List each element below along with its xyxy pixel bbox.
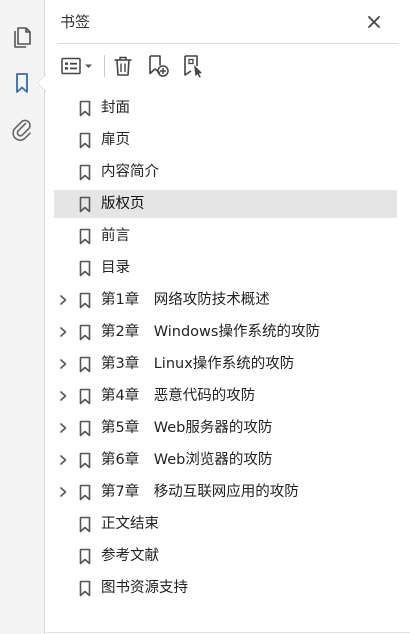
bookmark-icon [78, 356, 92, 373]
expand-toggle[interactable] [56, 357, 70, 371]
bookmarks-panel: 书签 封面 扉页 内容简介 版权页 前言 目录 第1章 网络攻防技术概述 第2章… [46, 0, 410, 634]
bookmark-icon [78, 324, 92, 341]
bookmark-label: 第6章 Web浏览器的攻防 [101, 452, 273, 468]
chevron-right-icon [60, 295, 67, 305]
bookmark-label: 封面 [101, 100, 130, 116]
attachment-icon [12, 119, 31, 141]
bookmark-item[interactable]: 前言 [54, 222, 397, 250]
active-panel-pointer [38, 75, 46, 91]
close-icon [368, 16, 380, 28]
panel-bottom-border [46, 632, 410, 633]
bookmark-label: 内容简介 [101, 164, 159, 180]
expand-toggle[interactable] [56, 453, 70, 467]
bookmark-item[interactable]: 第4章 恶意代码的攻防 [54, 382, 397, 410]
bookmark-label: 第1章 网络攻防技术概述 [101, 292, 270, 308]
expand-toggle[interactable] [56, 389, 70, 403]
bookmarks-panel-button[interactable] [9, 70, 35, 96]
bookmark-label: 第7章 移动互联网应用的攻防 [101, 484, 299, 500]
new-bookmark-icon [149, 55, 169, 77]
bookmark-item[interactable]: 第5章 Web服务器的攻防 [54, 414, 397, 442]
bookmark-icon [78, 196, 92, 213]
navigation-rail [0, 0, 45, 634]
bookmark-icon [78, 516, 92, 533]
bookmark-icon [78, 100, 92, 117]
chevron-right-icon [60, 327, 67, 337]
bookmark-label: 图书资源支持 [101, 580, 188, 596]
toolbar-separator [104, 55, 105, 77]
bookmark-icon [78, 292, 92, 309]
bookmark-item[interactable]: 第2章 Windows操作系统的攻防 [54, 318, 397, 346]
expand-toggle[interactable] [56, 325, 70, 339]
bookmark-icon [78, 164, 92, 181]
chevron-right-icon [60, 455, 67, 465]
bookmark-icon [78, 260, 92, 277]
bookmark-label: 第5章 Web服务器的攻防 [101, 420, 273, 436]
new-bookmark-button[interactable] [144, 52, 172, 80]
bookmark-label: 第3章 Linux操作系统的攻防 [101, 356, 295, 372]
delete-bookmark-button[interactable] [110, 52, 136, 80]
pages-icon [14, 27, 31, 48]
bookmark-icon [78, 452, 92, 469]
bookmark-icon [78, 484, 92, 501]
expand-toggle[interactable] [56, 293, 70, 307]
bookmark-icon [78, 580, 92, 597]
delete-icon [114, 56, 132, 76]
bookmark-label: 参考文献 [101, 548, 159, 564]
bookmark-label: 前言 [101, 228, 130, 244]
bookmark-label: 版权页 [101, 196, 145, 212]
attachments-panel-button[interactable] [9, 116, 35, 142]
bookmark-item[interactable]: 内容简介 [54, 158, 397, 186]
bookmark-icon [78, 228, 92, 245]
chevron-right-icon [60, 423, 67, 433]
new-bookmark-from-structure-button[interactable] [179, 52, 207, 80]
panel-header: 书签 [46, 0, 410, 44]
bookmark-item[interactable]: 参考文献 [54, 542, 397, 570]
close-panel-button[interactable] [364, 12, 384, 32]
bookmark-label: 扉页 [101, 132, 130, 148]
bookmarks-toolbar [46, 48, 410, 84]
bookmark-item[interactable]: 第6章 Web浏览器的攻防 [54, 446, 397, 474]
expand-toggle[interactable] [56, 421, 70, 435]
bookmark-icon [78, 420, 92, 437]
bookmark-icon [78, 388, 92, 405]
chevron-right-icon [60, 487, 67, 497]
bookmark-icon [16, 73, 28, 93]
bookmark-item[interactable]: 第3章 Linux操作系统的攻防 [54, 350, 397, 378]
chevron-right-icon [60, 391, 67, 401]
bookmark-item[interactable]: 目录 [54, 254, 397, 282]
panel-title: 书签 [60, 13, 91, 31]
options-icon [61, 57, 92, 75]
chevron-right-icon [60, 359, 67, 369]
bookmark-item[interactable]: 扉页 [54, 126, 397, 154]
new-bookmark-from-structure-icon [184, 55, 202, 78]
bookmark-label: 第4章 恶意代码的攻防 [101, 388, 256, 404]
bookmark-label: 目录 [101, 260, 130, 276]
bookmark-item[interactable]: 第7章 移动互联网应用的攻防 [54, 478, 397, 506]
options-menu-button[interactable] [58, 52, 98, 80]
bookmark-item[interactable]: 版权页 [54, 190, 397, 218]
bookmark-item[interactable]: 第1章 网络攻防技术概述 [54, 286, 397, 314]
header-divider [58, 43, 398, 44]
bookmark-item[interactable]: 正文结束 [54, 510, 397, 538]
bookmark-label: 第2章 Windows操作系统的攻防 [101, 324, 320, 340]
bookmark-item[interactable]: 图书资源支持 [54, 574, 397, 602]
bookmark-icon [78, 548, 92, 565]
bookmark-item[interactable]: 封面 [54, 94, 397, 122]
page-thumbnails-button[interactable] [9, 23, 35, 49]
bookmark-label: 正文结束 [101, 516, 159, 532]
expand-toggle[interactable] [56, 485, 70, 499]
bookmark-icon [78, 132, 92, 149]
